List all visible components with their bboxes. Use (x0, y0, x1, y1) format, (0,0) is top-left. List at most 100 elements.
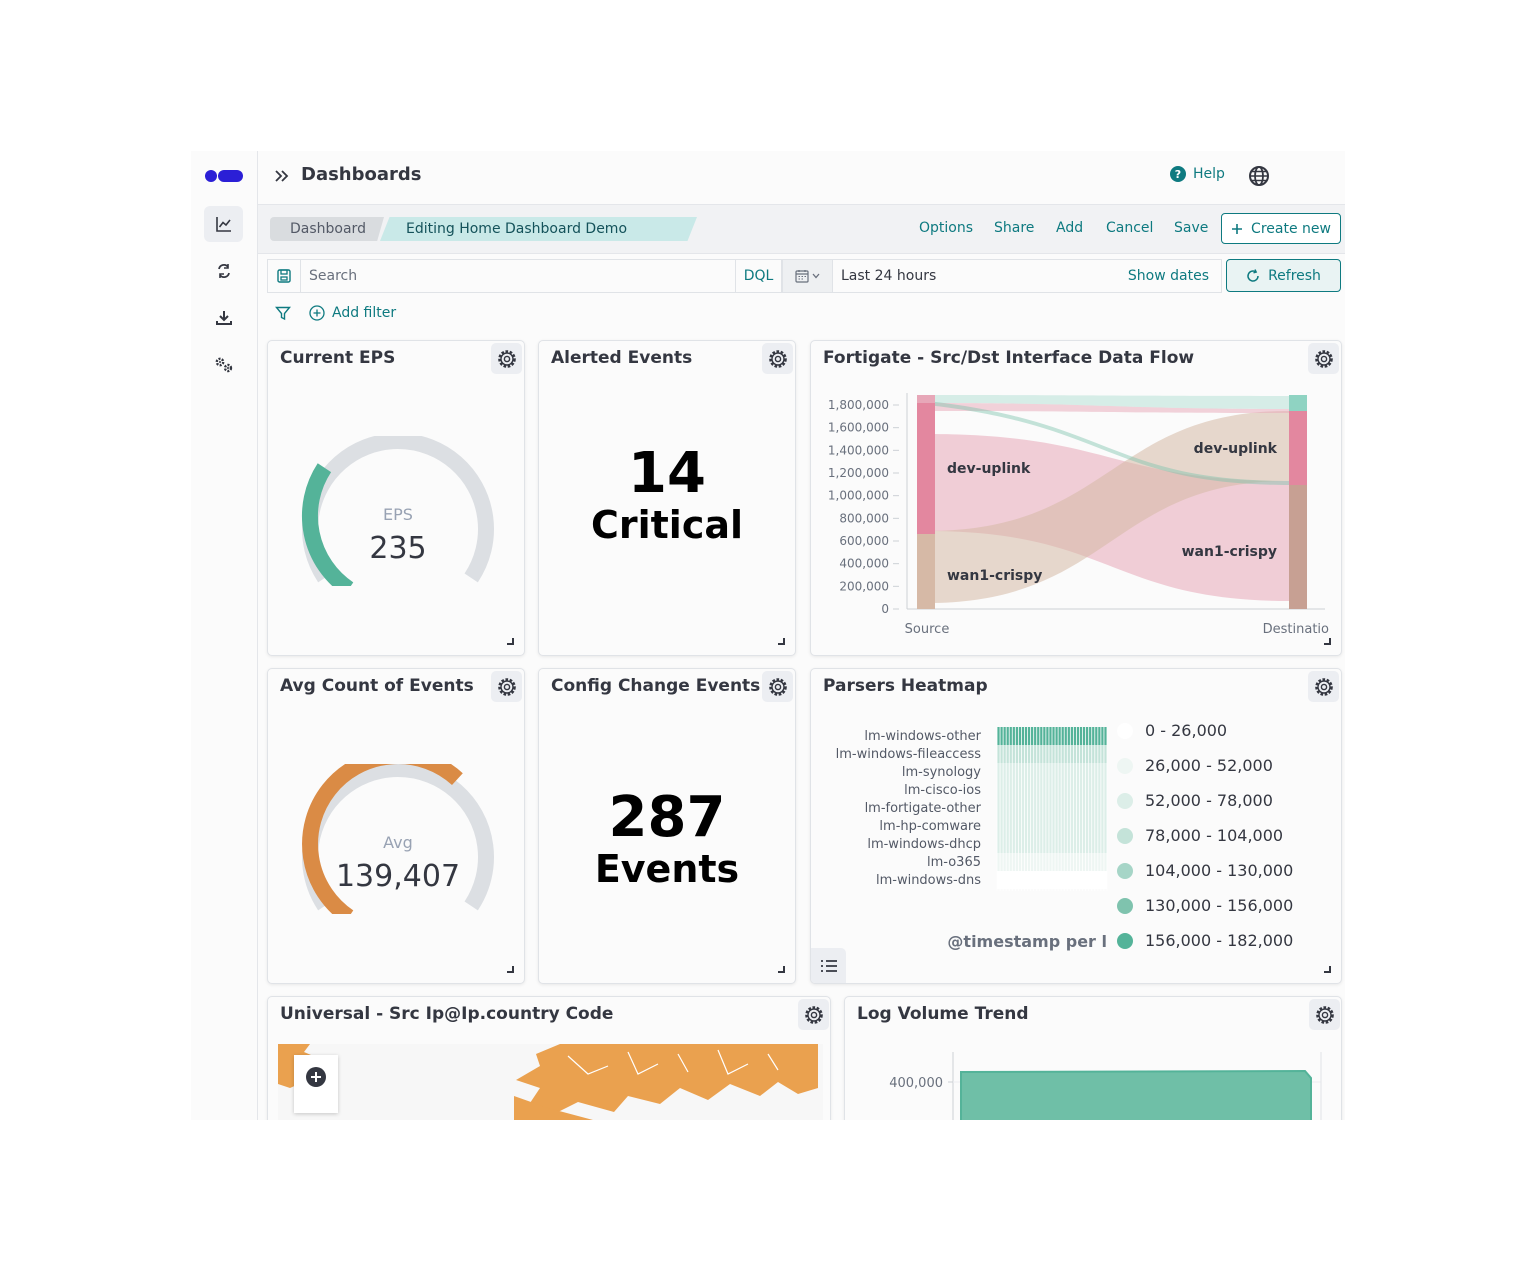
legend-toggle-button[interactable] (811, 948, 846, 983)
app-window: Dashboards ? Help Dashboard Editing Home… (191, 151, 1345, 1120)
panel-title: Log Volume Trend (857, 1004, 1029, 1024)
nav-settings-button[interactable] (204, 347, 243, 383)
list-icon (820, 960, 837, 972)
panel-options-button[interactable] (762, 343, 793, 374)
legend-swatch (1117, 827, 1133, 844)
panel-fortigate-sankey: Fortigate - Src/Dst Interface Data Flow … (810, 340, 1342, 656)
legend-item[interactable]: 156,000 - 182,000 (1117, 931, 1293, 950)
refresh-button[interactable]: Refresh (1226, 259, 1341, 292)
metric-value: 287 (608, 785, 726, 850)
resize-handle[interactable] (1324, 966, 1331, 973)
node-dest-dev-uplink (1289, 411, 1307, 485)
time-range-label[interactable]: Last 24 hours (841, 268, 936, 284)
nav-sync-button[interactable] (204, 253, 243, 289)
node-dest-top (1289, 395, 1307, 411)
panel-title: Alerted Events (551, 348, 693, 368)
volume-area (960, 1069, 1312, 1120)
panel-log-volume: Log Volume Trend 400,000 (844, 996, 1342, 1120)
x-tick-label: Destinatio (1263, 622, 1329, 637)
heatmap-row-label: lm-synology (902, 765, 981, 780)
gear-icon (497, 677, 516, 696)
legend-item[interactable]: 104,000 - 130,000 (1117, 861, 1293, 880)
node-source-top (917, 395, 935, 403)
panel-title: Config Change Events (551, 676, 761, 696)
add-button[interactable]: Add (1056, 220, 1083, 236)
panel-options-button[interactable] (1308, 343, 1339, 374)
y-tick-label: 1,800,000 (828, 398, 889, 412)
panel-config-change: Config Change Events 287 Events (538, 668, 796, 984)
query-bar: Search DQL (267, 259, 782, 293)
share-button[interactable]: Share (994, 220, 1034, 236)
panel-options-button[interactable] (798, 999, 829, 1030)
panel-universal-map: Universal - Src Ip@Ip.country Code (267, 996, 831, 1120)
heatmap-cells (996, 727, 1108, 891)
gauge-value: 235 (369, 531, 426, 566)
metric-label: Critical (590, 503, 744, 547)
dql-toggle[interactable]: DQL (735, 260, 781, 292)
panel-options-button[interactable] (1309, 999, 1340, 1030)
y-tick-label: 200,000 (839, 579, 889, 593)
legend-item[interactable]: 52,000 - 78,000 (1117, 791, 1273, 810)
y-tick-label: 800,000 (839, 511, 889, 525)
heatmap-row-label: lm-windows-dns (876, 873, 981, 888)
save-query-button[interactable] (268, 260, 301, 292)
save-button[interactable]: Save (1174, 220, 1208, 236)
panel-title: Avg Count of Events (280, 676, 474, 696)
y-tick-label: 1,600,000 (828, 421, 889, 435)
resize-handle[interactable] (507, 966, 514, 973)
y-tick-label: 400,000 (889, 1076, 943, 1091)
y-tick-label: 1,000,000 (828, 489, 889, 503)
panel-options-button[interactable] (491, 343, 522, 374)
search-input[interactable]: Search (309, 268, 357, 284)
resize-handle[interactable] (1324, 638, 1331, 645)
nav-dashboards-button[interactable] (204, 206, 243, 242)
panel-title: Fortigate - Src/Dst Interface Data Flow (823, 348, 1195, 368)
zoom-in-icon[interactable] (305, 1066, 327, 1088)
heatmap-row-label: lm-windows-other (864, 729, 981, 744)
metric-value: 14 (628, 441, 706, 506)
show-dates-button[interactable]: Show dates (1128, 268, 1209, 284)
calendar-icon (795, 270, 809, 283)
resize-handle[interactable] (507, 638, 514, 645)
globe-icon[interactable] (1248, 165, 1270, 187)
y-tick-label: 600,000 (839, 534, 889, 548)
add-filter-button[interactable]: Add filter (309, 305, 396, 321)
panel-options-button[interactable] (491, 671, 522, 702)
save-query-icon (277, 269, 291, 283)
legend-item[interactable]: 26,000 - 52,000 (1117, 756, 1273, 775)
eps-gauge: EPS 235 (301, 436, 494, 586)
panel-options-button[interactable] (1308, 671, 1339, 702)
panel-title: Universal - Src Ip@Ip.country Code (280, 1004, 614, 1024)
help-icon: ? (1170, 166, 1186, 182)
dest-node-label: wan1-crispy (1182, 544, 1277, 560)
map-zoom-control (294, 1055, 338, 1113)
source-node-label: dev-uplink (947, 461, 1031, 477)
logo[interactable] (205, 170, 243, 182)
x-tick-label: Source (905, 622, 950, 637)
filter-icon[interactable] (275, 305, 291, 321)
nav-download-button[interactable] (204, 300, 243, 336)
chevrons-right-icon[interactable] (274, 168, 290, 184)
resize-handle[interactable] (778, 966, 785, 973)
plus-icon (1232, 223, 1243, 234)
legend-item[interactable]: 130,000 - 156,000 (1117, 896, 1293, 915)
create-new-button[interactable]: Create new (1221, 213, 1341, 244)
resize-handle[interactable] (778, 638, 785, 645)
legend-item[interactable]: 0 - 26,000 (1117, 721, 1227, 740)
legend-label: 78,000 - 104,000 (1145, 826, 1284, 845)
node-source-wan1-crispy (917, 534, 935, 609)
breadcrumb-dashboard[interactable]: Dashboard (270, 217, 384, 241)
refresh-icon (217, 264, 230, 278)
refresh-icon (1247, 268, 1259, 282)
panel-options-button[interactable] (762, 671, 793, 702)
node-source-dev-uplink (917, 403, 935, 534)
legend-item[interactable]: 78,000 - 104,000 (1117, 826, 1283, 845)
help-link[interactable]: ? Help (1170, 166, 1225, 182)
legend-swatch (1117, 757, 1133, 774)
calendar-button[interactable] (783, 260, 833, 292)
heatmap-row-labels: lm-windows-other lm-windows-fileaccess lm-… (836, 729, 982, 888)
plus-circle-icon (309, 305, 325, 321)
heatmap-row-label: lm-o365 (927, 855, 981, 870)
cancel-button[interactable]: Cancel (1106, 220, 1153, 236)
options-button[interactable]: Options (919, 220, 973, 236)
